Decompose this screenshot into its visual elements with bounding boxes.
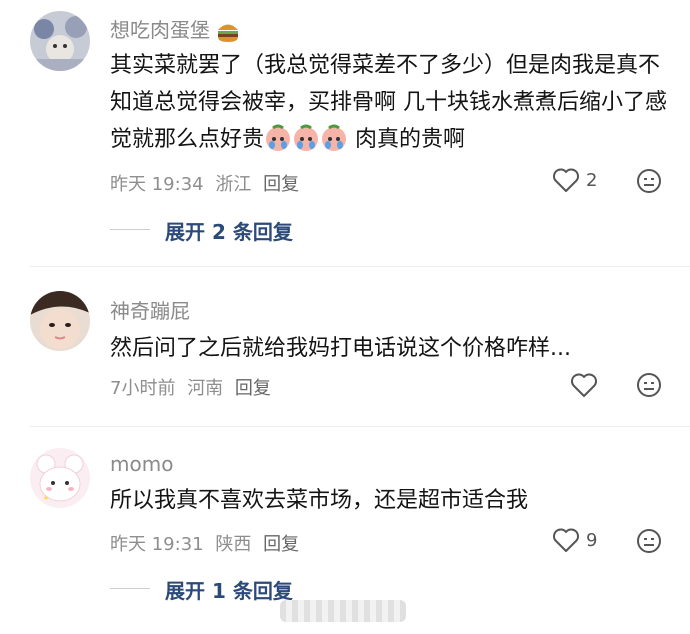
- timestamp: 昨天 19:31: [110, 534, 204, 555]
- unhappy-face-icon: [637, 529, 661, 553]
- crying-peach-icon: [264, 124, 348, 164]
- comment-text: 其实菜就罢了（我总觉得菜差不了多少）但是肉我是真不知道总觉得会被宰，买排骨啊 几…: [110, 47, 670, 164]
- hamburger-icon: [216, 21, 240, 48]
- username[interactable]: momo: [110, 452, 173, 476]
- reply-button[interactable]: 回复: [235, 378, 271, 399]
- watermark: [280, 600, 406, 622]
- expand-divider: [110, 229, 150, 230]
- like-button[interactable]: 9: [552, 527, 597, 553]
- like-button[interactable]: 2: [552, 167, 597, 193]
- comment-item: 想吃肉蛋堡 其实菜就罢了（我总觉得菜差不了多少）但是肉我是真不知道总觉得会被宰，…: [0, 0, 690, 260]
- comment-item: 神奇蹦屁 然后问了之后就给我妈打电话说这个价格咋样... 7小时前 河南 回复: [0, 266, 690, 436]
- username[interactable]: 神奇蹦屁: [110, 295, 190, 324]
- heart-icon: [553, 168, 579, 192]
- timestamp: 昨天 19:34: [110, 174, 204, 195]
- heart-icon: [553, 528, 579, 552]
- expand-replies-button[interactable]: 展开 2 条回复: [165, 216, 293, 245]
- comment-meta: 昨天 19:31 陕西 回复: [110, 530, 305, 556]
- location: 陕西: [215, 534, 252, 555]
- dislike-button[interactable]: [636, 372, 662, 398]
- dislike-button[interactable]: [636, 528, 662, 554]
- like-count: 2: [586, 169, 598, 191]
- location: 河南: [187, 378, 224, 399]
- like-button[interactable]: [570, 372, 598, 398]
- comment-meta: 7小时前 河南 回复: [110, 374, 277, 400]
- avatar[interactable]: [30, 448, 90, 508]
- unhappy-face-icon: [637, 373, 661, 397]
- timestamp: 7小时前: [110, 378, 176, 399]
- comment-text: 然后问了之后就给我妈打电话说这个价格咋样...: [110, 336, 571, 361]
- expand-divider: [110, 588, 150, 589]
- like-count: 9: [586, 529, 598, 551]
- unhappy-face-icon: [637, 169, 661, 193]
- location: 浙江: [215, 174, 252, 195]
- avatar[interactable]: [30, 291, 90, 351]
- expand-replies-button[interactable]: 展开 1 条回复: [165, 575, 293, 604]
- reply-button[interactable]: 回复: [263, 534, 299, 555]
- comment-meta: 昨天 19:34 浙江 回复: [110, 170, 305, 196]
- dislike-button[interactable]: [636, 168, 662, 194]
- comment-text: 所以我真不喜欢去菜市场，还是超市适合我: [110, 488, 529, 513]
- avatar[interactable]: [30, 11, 90, 71]
- heart-icon: [571, 373, 597, 397]
- reply-button[interactable]: 回复: [263, 174, 299, 195]
- username[interactable]: 想吃肉蛋堡: [110, 14, 240, 48]
